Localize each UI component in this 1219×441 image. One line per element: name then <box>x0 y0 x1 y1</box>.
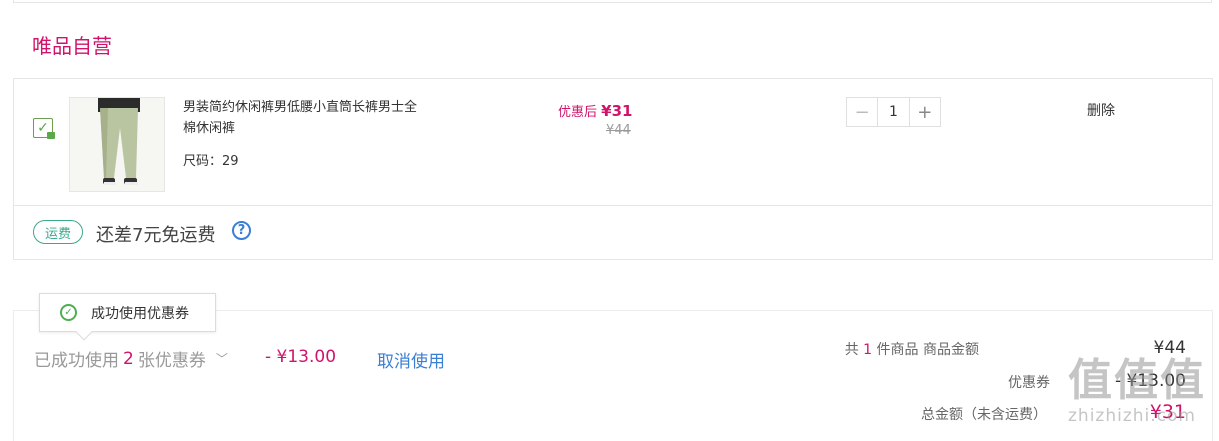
toast-text: 成功使用优惠券 <box>91 305 189 322</box>
cart-item-card: ✓ 男装简约休闲裤男低腰小直筒长裤男士全棉休闲裤 尺码：29 优惠后 ¥31 ¥… <box>13 78 1213 260</box>
coupon-success-toast: ✓ 成功使用优惠券 <box>39 293 216 341</box>
count-suffix: 件商品 商品金额 <box>876 342 979 358</box>
coupon-discount-amount: - ¥13.00 <box>265 347 337 367</box>
lock-icon <box>47 132 55 139</box>
increase-quantity-button[interactable]: + <box>910 98 940 126</box>
previous-section-border <box>13 0 1212 3</box>
total-label: 总金额（未含运费） <box>921 407 1047 423</box>
coupon-used-prefix: 已成功使用 <box>34 351 119 371</box>
coupon-selector[interactable]: 已成功使用 2 张优惠券 ﹀ <box>34 346 228 372</box>
quantity-input[interactable]: 1 <box>877 98 910 126</box>
pants-image <box>70 98 164 191</box>
coupon-used-suffix: 张优惠券 <box>137 351 206 371</box>
cancel-coupon-button[interactable]: 取消使用 <box>377 347 445 372</box>
help-icon[interactable]: ? <box>232 221 251 240</box>
goods-amount: ¥44 <box>1153 338 1186 358</box>
count-prefix: 共 <box>844 342 859 358</box>
item-count: 1 <box>863 342 873 358</box>
free-shipping-hint: 还差7元免运费 <box>96 225 216 246</box>
coupon-label: 优惠券 <box>1008 375 1050 391</box>
coupon-amount: - ¥13.00 <box>1114 371 1186 391</box>
chevron-down-icon[interactable]: ﹀ <box>216 350 228 367</box>
divider <box>14 205 1212 206</box>
item-count-label: 共 1 件商品 商品金额 <box>679 339 979 359</box>
product-name[interactable]: 男装简约休闲裤男低腰小直筒长裤男士全棉休闲裤 <box>183 97 423 139</box>
check-circle-icon: ✓ <box>60 304 77 321</box>
product-thumbnail[interactable] <box>69 97 165 192</box>
decrease-quantity-button[interactable]: − <box>847 98 877 126</box>
price-after-label: 优惠后 <box>558 105 598 120</box>
quantity-stepper: − 1 + <box>846 97 941 127</box>
product-size: 尺码：29 <box>183 154 239 169</box>
item-checkbox[interactable]: ✓ <box>33 118 55 139</box>
total-amount: ¥31 <box>1149 401 1186 423</box>
shipping-badge: 运费 <box>33 220 83 244</box>
discounted-price: 优惠后 ¥31 <box>558 101 632 120</box>
delete-button[interactable]: 删除 <box>1087 100 1115 120</box>
store-title: 唯品自营 <box>32 34 112 58</box>
coupon-used-count: 2 <box>123 348 134 369</box>
original-price: ¥44 <box>606 123 631 138</box>
price-after-value: ¥31 <box>601 102 633 120</box>
